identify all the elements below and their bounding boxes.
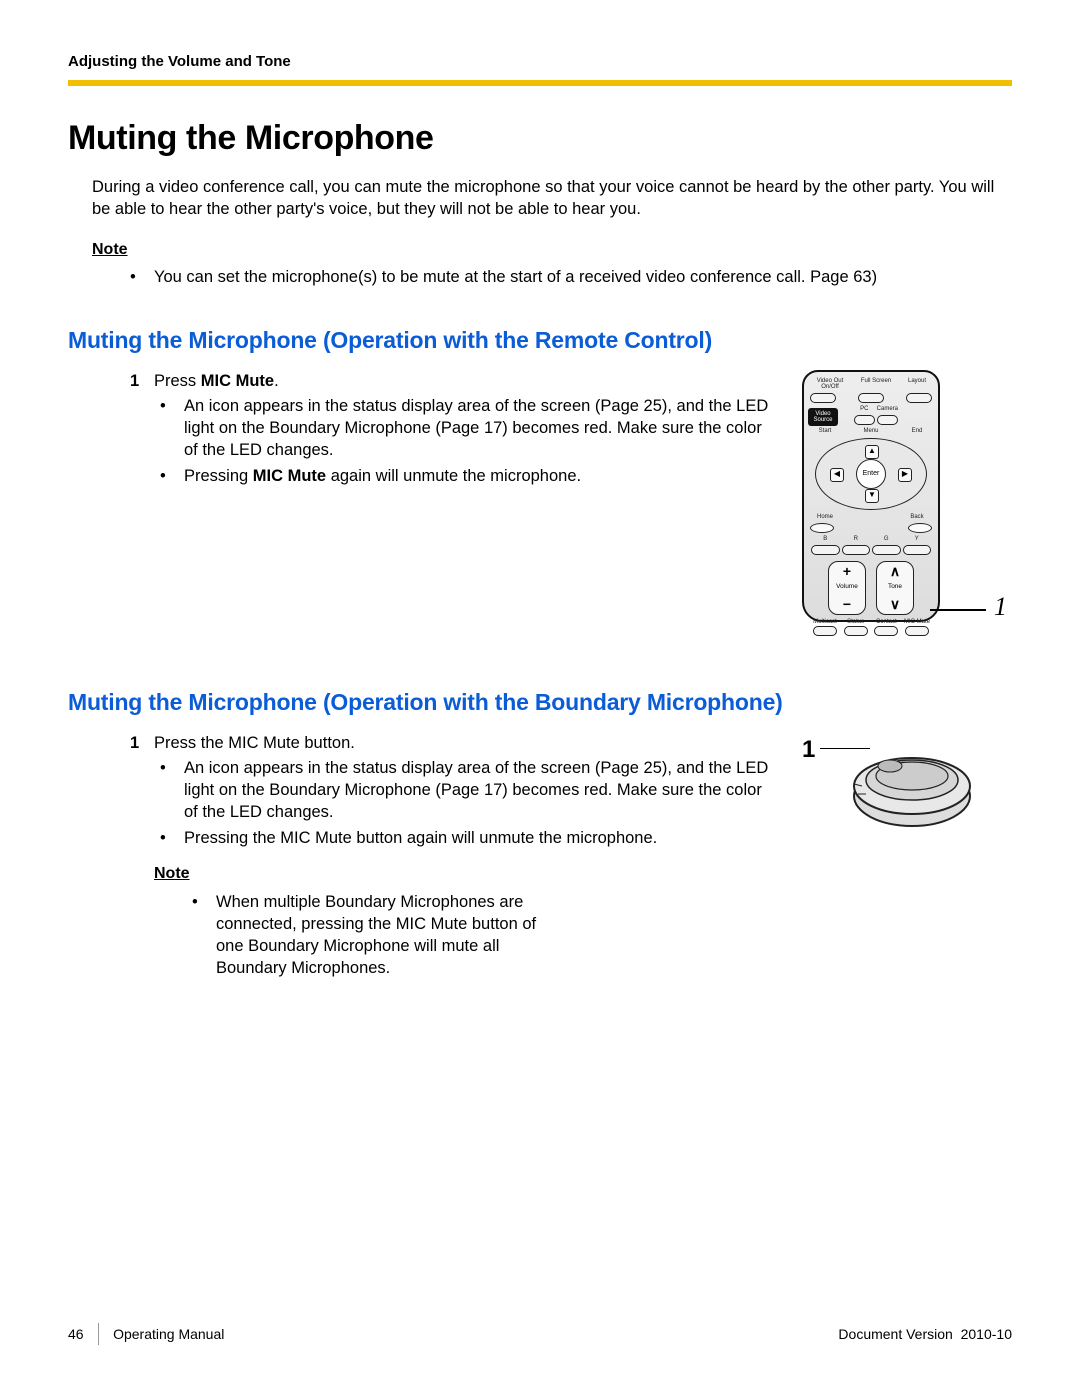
note-label: Note bbox=[154, 863, 780, 885]
remote-button bbox=[811, 545, 840, 555]
remote-button bbox=[842, 545, 871, 555]
remote-button bbox=[810, 393, 836, 403]
remote-button bbox=[813, 626, 837, 636]
remote-button bbox=[908, 523, 932, 533]
remote-control-illustration: Video OutOn/Off Full Screen Layout PCCam… bbox=[802, 370, 1007, 635]
chevron-down-icon: ∨ bbox=[890, 597, 900, 611]
remote-dpad: ▲ ▼ ◀ ▶ Enter bbox=[815, 438, 927, 510]
step-number: 1 bbox=[130, 732, 139, 754]
chevron-up-icon: ∧ bbox=[890, 564, 900, 578]
remote-label-r: R bbox=[841, 536, 872, 542]
step-1-remote: 1 Press MIC Mute. bbox=[130, 370, 780, 392]
remote-bullet-1: An icon appears in the status display ar… bbox=[160, 395, 780, 462]
callout-leader-line bbox=[930, 609, 986, 611]
mic-bullet-1: An icon appears in the status display ar… bbox=[160, 757, 780, 824]
arrow-up-icon: ▲ bbox=[865, 445, 879, 459]
section-header: Adjusting the Volume and Tone bbox=[68, 52, 1012, 72]
bullet2-suffix: again will unmute the microphone. bbox=[326, 467, 581, 485]
remote-label-status: Status bbox=[847, 619, 864, 625]
section-heading-remote: Muting the Microphone (Operation with th… bbox=[68, 325, 1012, 356]
remote-enter-button: Enter bbox=[856, 459, 886, 489]
boundary-mic-icon bbox=[802, 736, 982, 836]
remote-label-home: Home bbox=[810, 514, 840, 520]
note-label: Note bbox=[92, 239, 1012, 261]
bullet2-bold: MIC Mute bbox=[253, 467, 326, 485]
page-number: 46 bbox=[68, 1325, 84, 1344]
remote-label-start: Start bbox=[810, 428, 840, 434]
remote-button bbox=[810, 523, 834, 533]
remote-bullet-2: Pressing MIC Mute again will unmute the … bbox=[160, 465, 780, 487]
remote-label-full-screen: Full Screen bbox=[856, 378, 896, 384]
step-text: Press the MIC Mute button. bbox=[154, 734, 355, 752]
arrow-down-icon: ▼ bbox=[865, 489, 879, 503]
remote-label-multicast: Multicast bbox=[813, 619, 837, 625]
remote-label-mic-mute: MIC Mute bbox=[904, 619, 930, 625]
step-text-prefix: Press bbox=[154, 372, 201, 390]
remote-mic-mute-button bbox=[905, 626, 929, 636]
note-bullet: You can set the microphone(s) to be mute… bbox=[130, 266, 932, 288]
doc-version-label: Document Version bbox=[838, 1326, 952, 1342]
doc-name: Operating Manual bbox=[113, 1325, 224, 1344]
remote-label-layout: Layout bbox=[902, 378, 932, 384]
remote-button bbox=[906, 393, 932, 403]
header-underline bbox=[68, 80, 1012, 86]
page-footer: 46 Operating Manual Document Version 201… bbox=[68, 1323, 1012, 1345]
remote-button bbox=[854, 415, 875, 425]
callout-leader-line bbox=[820, 748, 870, 750]
remote-label-volume: Volume bbox=[836, 583, 858, 592]
step-1-mic: 1 Press the MIC Mute button. bbox=[130, 732, 780, 754]
remote-volume-rocker: + Volume − bbox=[828, 561, 866, 615]
remote-label-back: Back bbox=[902, 514, 932, 520]
arrow-left-icon: ◀ bbox=[830, 468, 844, 482]
plus-icon: + bbox=[843, 564, 851, 578]
remote-label-on-off: On/Off bbox=[810, 384, 850, 390]
boundary-mic-illustration: 1 bbox=[802, 732, 1007, 852]
remote-button bbox=[903, 545, 932, 555]
remote-label-video-source: Video Source bbox=[808, 408, 838, 426]
remote-tone-rocker: ∧ Tone ∨ bbox=[876, 561, 914, 615]
step-number: 1 bbox=[130, 370, 139, 392]
remote-label-pc: PC bbox=[854, 406, 875, 412]
remote-button bbox=[874, 626, 898, 636]
remote-label-menu: Menu bbox=[840, 428, 902, 434]
step-text-suffix: . bbox=[274, 372, 279, 390]
remote-button bbox=[844, 626, 868, 636]
remote-label-camera: Camera bbox=[877, 406, 898, 412]
remote-label-end: End bbox=[902, 428, 932, 434]
remote-label-g: G bbox=[871, 536, 902, 542]
minus-icon: − bbox=[843, 597, 851, 611]
callout-number-remote: 1 bbox=[994, 589, 1007, 624]
footer-divider bbox=[98, 1323, 100, 1345]
callout-number-mic: 1 bbox=[802, 734, 815, 766]
mic-bullet-2: Pressing the MIC Mute button again will … bbox=[160, 827, 780, 849]
remote-button bbox=[877, 415, 898, 425]
page-title: Muting the Microphone bbox=[68, 116, 1012, 162]
step-text-bold: MIC Mute bbox=[201, 372, 274, 390]
remote-button bbox=[858, 393, 884, 403]
remote-label-tone: Tone bbox=[888, 583, 902, 592]
arrow-right-icon: ▶ bbox=[898, 468, 912, 482]
mic-note-bullet: When multiple Boundary Microphones are c… bbox=[192, 891, 562, 980]
section-heading-mic: Muting the Microphone (Operation with th… bbox=[68, 687, 1012, 718]
remote-label-contact: Contact bbox=[876, 619, 897, 625]
bullet2-prefix: Pressing bbox=[184, 467, 253, 485]
doc-version-value: 2010-10 bbox=[961, 1326, 1012, 1342]
remote-label-b: B bbox=[810, 536, 841, 542]
intro-paragraph: During a video conference call, you can … bbox=[92, 176, 1012, 221]
remote-label-y: Y bbox=[902, 536, 933, 542]
remote-button bbox=[872, 545, 901, 555]
